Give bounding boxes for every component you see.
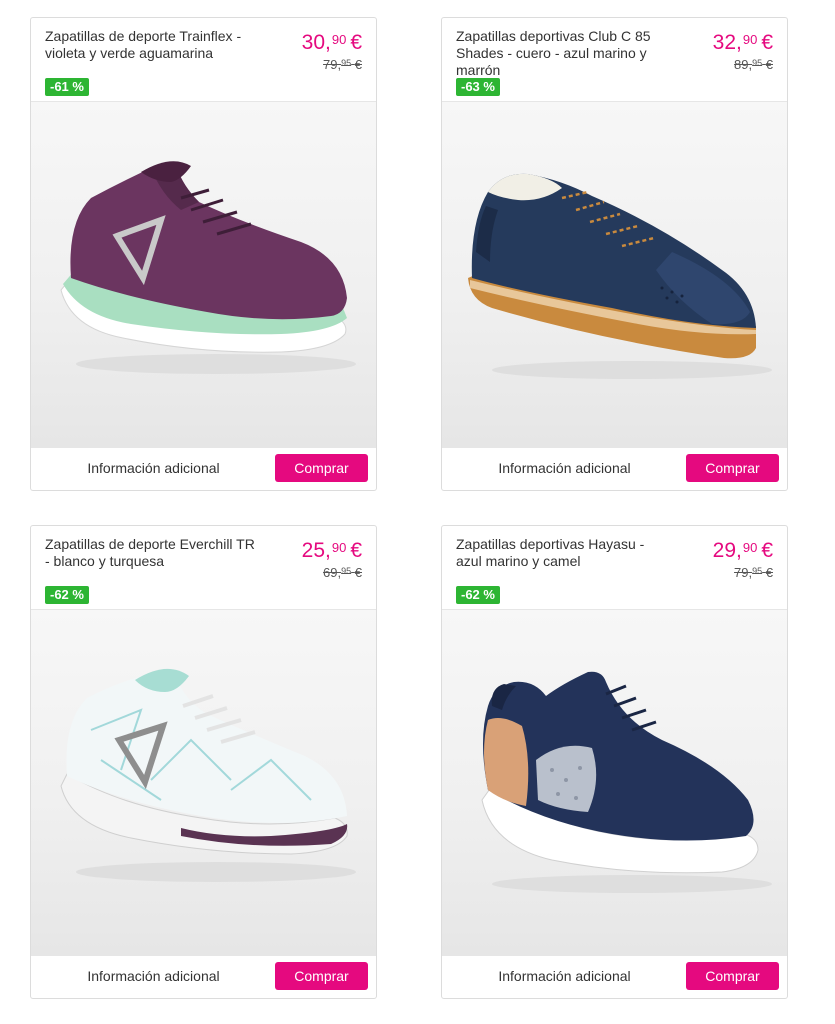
- buy-button[interactable]: Comprar: [275, 962, 368, 990]
- more-info-link[interactable]: Información adicional: [442, 460, 687, 476]
- product-card: Zapatillas de deporte Trainflex - violet…: [30, 17, 377, 491]
- current-price: 25,90 €: [301, 539, 362, 562]
- product-card: Zapatillas de deporte Everchill TR - bla…: [30, 525, 377, 999]
- product-title[interactable]: Zapatillas deportivas Club C 85 Shades -…: [456, 28, 666, 79]
- product-image[interactable]: [31, 610, 376, 956]
- product-title[interactable]: Zapatillas de deporte Everchill TR - bla…: [45, 536, 255, 570]
- discount-badge: -62 %: [456, 586, 500, 604]
- more-info-link[interactable]: Información adicional: [31, 968, 276, 984]
- product-card-header: Zapatillas deportivas Club C 85 Shades -…: [442, 18, 787, 102]
- original-price: 69,95 €: [323, 565, 362, 580]
- product-card-header: Zapatillas de deporte Everchill TR - bla…: [31, 526, 376, 610]
- buy-button[interactable]: Comprar: [686, 454, 779, 482]
- product-card-footer: Información adicional Comprar: [31, 448, 376, 490]
- product-image[interactable]: [442, 610, 787, 956]
- more-info-link[interactable]: Información adicional: [442, 968, 687, 984]
- shoe-image: [60, 161, 356, 374]
- discount-badge: -63 %: [456, 78, 500, 96]
- product-card: Zapatillas deportivas Club C 85 Shades -…: [441, 17, 788, 491]
- product-card-footer: Información adicional Comprar: [442, 448, 787, 490]
- current-price: 32,90 €: [712, 31, 773, 54]
- product-card-footer: Información adicional Comprar: [442, 956, 787, 998]
- product-card-footer: Información adicional Comprar: [31, 956, 376, 998]
- buy-button[interactable]: Comprar: [275, 454, 368, 482]
- shoe-image: [468, 173, 772, 379]
- buy-button[interactable]: Comprar: [686, 962, 779, 990]
- more-info-link[interactable]: Información adicional: [31, 460, 276, 476]
- shoe-image: [481, 671, 772, 893]
- original-price: 79,95 €: [323, 57, 362, 72]
- product-title[interactable]: Zapatillas de deporte Trainflex - violet…: [45, 28, 255, 62]
- product-card-header: Zapatillas de deporte Trainflex - violet…: [31, 18, 376, 102]
- discount-badge: -62 %: [45, 586, 89, 604]
- price-box: 30,90 € 79,95 €: [302, 28, 362, 72]
- price-box: 32,90 € 89,95 €: [713, 28, 773, 72]
- product-image[interactable]: [442, 102, 787, 448]
- discount-badge: -61 %: [45, 78, 89, 96]
- price-box: 25,90 € 69,95 €: [302, 536, 362, 580]
- product-card: Zapatillas deportivas Hayasu - azul mari…: [441, 525, 788, 999]
- shoe-image: [60, 668, 356, 882]
- product-image[interactable]: [31, 102, 376, 448]
- product-card-header: Zapatillas deportivas Hayasu - azul mari…: [442, 526, 787, 610]
- product-title[interactable]: Zapatillas deportivas Hayasu - azul mari…: [456, 536, 666, 570]
- current-price: 29,90 €: [712, 539, 773, 562]
- original-price: 89,95 €: [734, 57, 773, 72]
- price-box: 29,90 € 79,95 €: [713, 536, 773, 580]
- current-price: 30,90 €: [301, 31, 362, 54]
- original-price: 79,95 €: [734, 565, 773, 580]
